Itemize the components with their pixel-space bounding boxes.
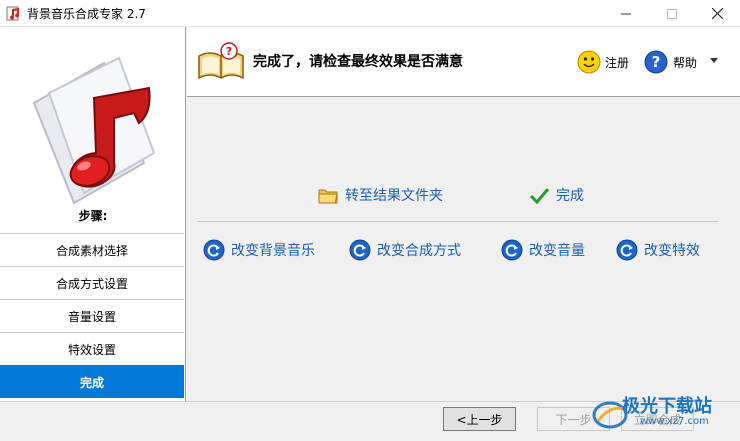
watermark-url: www.xz7.com [640, 416, 709, 427]
open-result-folder-link[interactable]: 转至结果文件夹 [317, 184, 443, 206]
step-label: 音量设置 [67, 309, 116, 324]
refresh-arrow-icon [349, 239, 371, 261]
action-label: 改变合成方式 [377, 243, 461, 259]
divider [197, 221, 719, 222]
step-label: 特效设置 [67, 342, 116, 357]
step-label: 完成 [79, 375, 104, 390]
change-background-music-link[interactable]: 改变背景音乐 [203, 239, 315, 261]
finish-label: 完成 [556, 188, 584, 204]
main-panel: 转至结果文件夹 完成 改变背景音乐 改变合成方式 改变音量 改变特效 [187, 98, 740, 401]
svg-text:?: ? [226, 45, 232, 58]
step-finish[interactable]: 完成 [0, 365, 184, 398]
svg-text:?: ? [652, 53, 661, 71]
finish-link[interactable]: 完成 [528, 184, 584, 206]
chevron-down-icon[interactable] [710, 58, 718, 64]
app-icon [6, 6, 20, 21]
window-title: 背景音乐合成专家 2.7 [27, 7, 146, 21]
register-link[interactable]: 注册 [605, 54, 629, 71]
step-material-selection[interactable]: 合成素材选择 [0, 233, 184, 266]
refresh-arrow-icon [501, 239, 523, 261]
change-compose-method-link[interactable]: 改变合成方式 [349, 239, 461, 261]
previous-button[interactable]: <上一步 [443, 407, 516, 431]
action-label: 改变背景音乐 [231, 243, 315, 259]
help-icon[interactable]: ? [644, 50, 668, 74]
change-volume-link[interactable]: 改变音量 [501, 239, 585, 261]
step-label: 合成方式设置 [55, 276, 128, 291]
refresh-arrow-icon [203, 239, 225, 261]
checkmark-icon [529, 188, 550, 205]
music-note-logo [32, 56, 156, 205]
step-label: 合成素材选择 [55, 243, 128, 258]
steps-sidebar: 步骤: 合成素材选择 合成方式设置 音量设置 特效设置 完成 [0, 27, 186, 401]
minimize-button[interactable] [603, 0, 649, 27]
open-folder-label: 转至结果文件夹 [345, 188, 443, 204]
minimize-icon [621, 13, 631, 14]
folder-icon [318, 189, 338, 204]
close-button[interactable] [694, 0, 740, 27]
step-compose-method[interactable]: 合成方式设置 [0, 266, 184, 299]
help-link[interactable]: 帮助 [673, 54, 697, 71]
book-question-icon: ? [198, 42, 244, 80]
maximize-button[interactable] [649, 0, 695, 27]
watermark-text: 极光下载站 [622, 396, 712, 417]
title-bar: 背景音乐合成专家 2.7 [0, 0, 740, 27]
step-effects[interactable]: 特效设置 [0, 332, 184, 365]
action-label: 改变音量 [529, 243, 585, 259]
main-header: ? 完成了，请检查最终效果是否满意 注册 ? 帮助 [187, 27, 740, 97]
close-icon [711, 8, 723, 19]
action-label: 改变特效 [644, 243, 700, 259]
refresh-arrow-icon [616, 239, 638, 261]
step-volume[interactable]: 音量设置 [0, 299, 184, 332]
steps-heading: 步骤: [78, 209, 108, 223]
change-effects-link[interactable]: 改变特效 [616, 239, 700, 261]
completion-message: 完成了，请检查最终效果是否满意 [253, 54, 463, 70]
maximize-icon [667, 8, 677, 19]
smiley-icon[interactable] [577, 50, 601, 74]
